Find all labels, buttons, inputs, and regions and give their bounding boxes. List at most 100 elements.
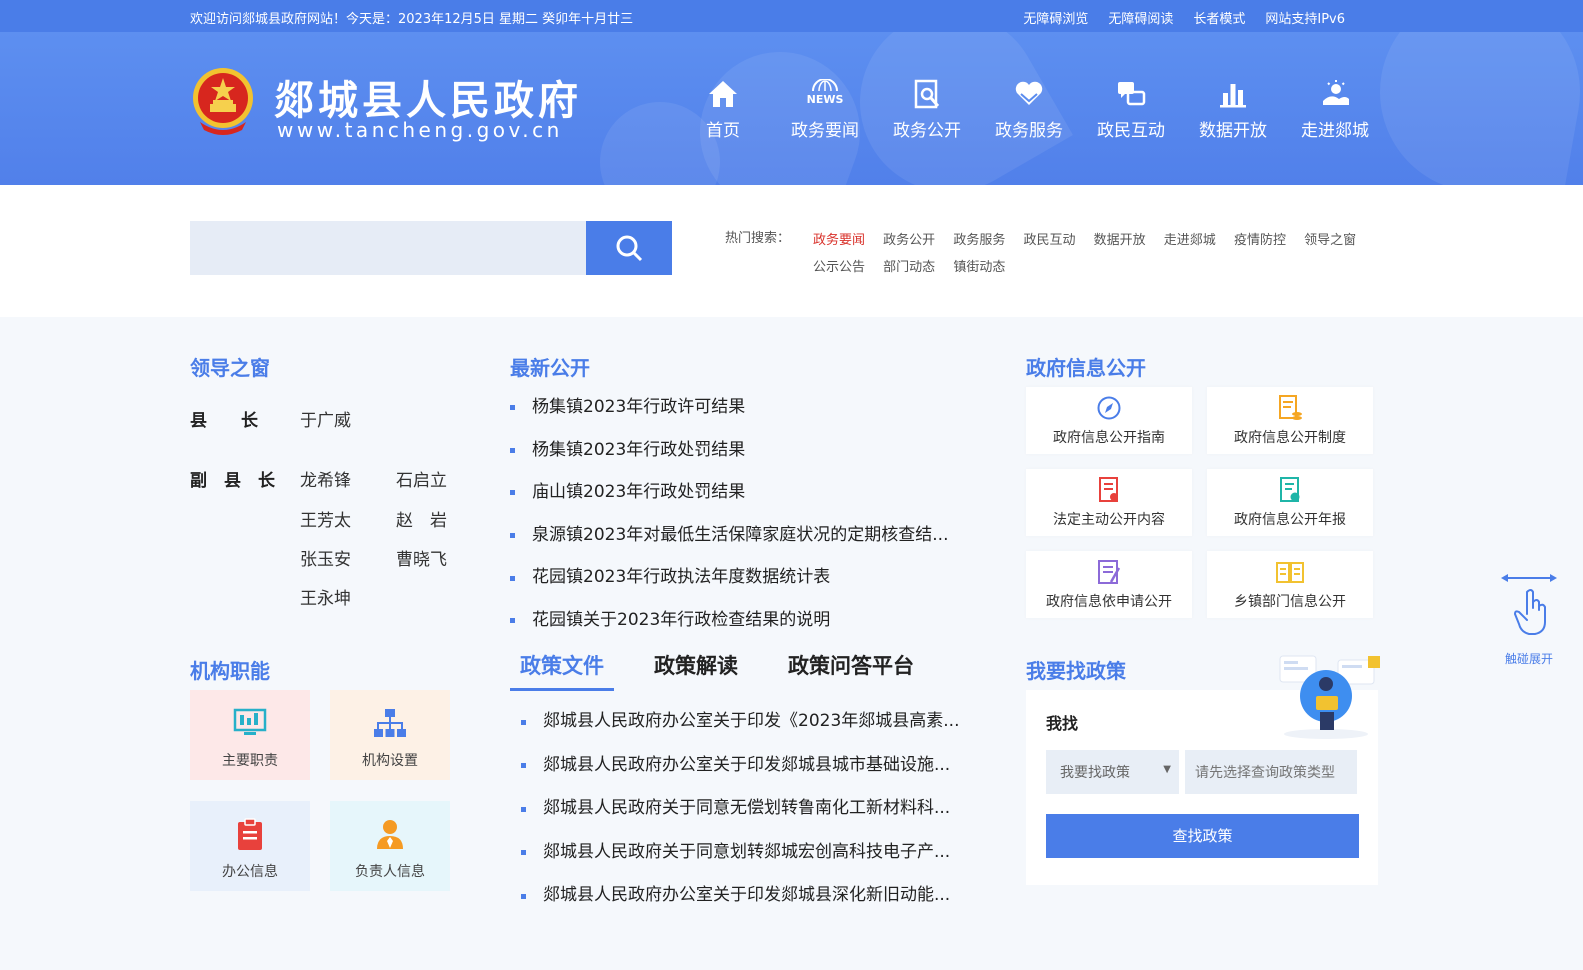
tab-policy-docs[interactable]: 政策文件 (510, 650, 614, 691)
list-item[interactable]: 庙山镇2023年行政处罚结果 (510, 471, 970, 514)
org-chart-icon (374, 709, 406, 737)
nav-data-open[interactable]: 数据开放 (1182, 78, 1284, 141)
nav-gov-service[interactable]: 政务服务 (978, 78, 1080, 141)
top-bar: 欢迎访问郯城县政府网站！今天是：2023年12月5日 星期二 癸卯年十月廿三 无… (0, 0, 1583, 32)
hot-term[interactable]: 政务服务 (953, 227, 1005, 254)
application-form-icon (1098, 560, 1121, 584)
leaders-title[interactable]: 领导之窗 (190, 352, 270, 381)
org-card-leader-info[interactable]: 负责人信息 (330, 801, 450, 891)
scenery-icon (1323, 80, 1349, 105)
search-input[interactable] (190, 221, 587, 275)
site-header: 郯城县人民政府 www.tancheng.gov.cn 首页 NEWS 政务要闻… (0, 32, 1583, 185)
policy-list: 郯城县人民政府办公室关于印发《2023年郯城县高素... 郯城县人民政府办公室关… (521, 700, 976, 918)
org-title[interactable]: 机构职能 (190, 655, 270, 684)
find-label: 我找 (1046, 714, 1079, 733)
news-icon-text: NEWS (807, 93, 843, 106)
info-card-guide[interactable]: 政府信息公开指南 (1026, 387, 1192, 454)
person-laptop-illustration-icon (1279, 655, 1380, 739)
hot-term[interactable]: 疫情防控 (1234, 227, 1286, 254)
nav-interaction[interactable]: 政民互动 (1080, 78, 1182, 141)
hot-term[interactable]: 数据开放 (1094, 227, 1146, 254)
nav-about-tancheng[interactable]: 走进郯城 (1284, 78, 1386, 141)
info-card-application[interactable]: 政府信息依申请公开 (1026, 551, 1192, 618)
nav-news[interactable]: NEWS 政务要闻 (774, 78, 876, 141)
latest-title[interactable]: 最新公开 (510, 352, 590, 381)
search-section: 热门搜索： 政务要闻 政务公开 政务服务 政民互动 数据开放 走进郯城 疫情防控… (0, 185, 1583, 317)
hot-term[interactable]: 领导之窗 (1304, 227, 1356, 254)
info-card-statutory[interactable]: 法定主动公开内容 (1026, 469, 1192, 536)
leader-name[interactable]: 王芳太 (300, 506, 351, 531)
side-expand-widget[interactable]: 触碰展开 (1496, 570, 1562, 670)
leader-name[interactable]: 曹晓飞 (396, 545, 447, 570)
national-emblem-icon[interactable] (190, 66, 256, 138)
search-button[interactable] (586, 221, 672, 275)
leader-name[interactable]: 龙希锋 (300, 466, 351, 491)
org-card-duties[interactable]: 主要职责 (190, 690, 310, 780)
info-card-annual-report[interactable]: 政府信息公开年报 (1207, 469, 1373, 536)
list-item[interactable]: 花园镇2023年行政执法年度数据统计表 (510, 556, 970, 599)
nav-gov-affairs[interactable]: 政务公开 (876, 78, 978, 141)
gov-info-title[interactable]: 政府信息公开 (1026, 352, 1146, 381)
hot-search-label: 热门搜索： (725, 231, 791, 246)
find-policy-title[interactable]: 我要找政策 (1026, 655, 1126, 684)
leader-name[interactable]: 王永坤 (300, 584, 351, 609)
list-item[interactable]: 郯城县人民政府办公室关于印发郯城县深化新旧动能... (521, 874, 976, 918)
leader-name[interactable]: 赵 岩 (396, 506, 447, 531)
leader-name[interactable]: 石启立 (396, 466, 447, 491)
leader-role: 副 县 长 (190, 471, 275, 491)
leader-role: 县 长 (190, 411, 258, 431)
top-links: 无障碍浏览 无障碍阅读 长者模式 网站支持IPv6 (1023, 8, 1345, 27)
elderly-mode-link[interactable]: 长者模式 (1193, 8, 1245, 27)
hot-term[interactable]: 公示公告 (813, 254, 865, 281)
news-icon: NEWS (807, 79, 843, 106)
home-icon (709, 81, 737, 107)
leader-name[interactable]: 于广威 (300, 406, 351, 431)
tab-policy-interpretation[interactable]: 政策解读 (644, 650, 748, 691)
document-search-icon (914, 79, 940, 109)
hot-term[interactable]: 政民互动 (1023, 227, 1075, 254)
hot-term[interactable]: 政务公开 (883, 227, 935, 254)
report-icon (1099, 477, 1118, 502)
org-card-structure[interactable]: 机构设置 (330, 690, 450, 780)
list-item[interactable]: 郯城县人民政府关于同意无偿划转鲁南化工新材料科... (521, 787, 976, 831)
policy-type-input[interactable] (1185, 750, 1357, 794)
annual-report-icon (1280, 477, 1300, 502)
list-item[interactable]: 杨集镇2023年行政处罚结果 (510, 429, 970, 472)
monitor-icon (233, 708, 267, 735)
accessibility-read-link[interactable]: 无障碍阅读 (1108, 8, 1173, 27)
expand-label: 触碰展开 (1504, 652, 1553, 666)
accessibility-browse-link[interactable]: 无障碍浏览 (1023, 8, 1088, 27)
hot-term[interactable]: 镇街动态 (953, 254, 1005, 281)
touch-hand-icon (1501, 574, 1557, 635)
heart-hands-icon (1015, 81, 1043, 105)
main-nav: 首页 NEWS 政务要闻 政务公开 政务服务 政民互动 数据开放 走进郯城 (672, 78, 1386, 141)
find-policy-button[interactable]: 查找政策 (1046, 814, 1359, 858)
list-item[interactable]: 杨集镇2023年行政许可结果 (510, 386, 970, 429)
caret-down-icon: ▼ (1163, 764, 1171, 775)
hot-term[interactable]: 部门动态 (883, 254, 935, 281)
policy-tabs: 政策文件 政策解读 政策问答平台 (510, 650, 954, 691)
nav-home[interactable]: 首页 (672, 78, 774, 141)
list-item[interactable]: 郯城县人民政府关于同意划转郯城宏创高科技电子产... (521, 831, 976, 875)
site-url: www.tancheng.gov.cn (277, 118, 563, 142)
person-icon (377, 820, 403, 849)
bar-chart-icon (1220, 84, 1246, 108)
ipv6-support-link[interactable]: 网站支持IPv6 (1265, 8, 1345, 27)
org-card-office-info[interactable]: 办公信息 (190, 801, 310, 891)
document-stack-icon (1279, 395, 1302, 420)
decor-leaf (1364, 32, 1583, 185)
policy-select[interactable]: 我要找政策 ▼ (1046, 750, 1179, 794)
list-item[interactable]: 郯城县人民政府办公室关于印发《2023年郯城县高素... (521, 700, 976, 744)
list-item[interactable]: 泉源镇2023年对最低生活保障家庭状况的定期核查结... (510, 514, 970, 557)
info-card-system[interactable]: 政府信息公开制度 (1207, 387, 1373, 454)
chat-icon (1118, 82, 1146, 106)
tab-policy-qa[interactable]: 政策问答平台 (778, 650, 924, 691)
hot-search-list: 政务要闻 政务公开 政务服务 政民互动 数据开放 走进郯城 疫情防控 领导之窗 … (813, 227, 1373, 281)
latest-list: 杨集镇2023年行政许可结果 杨集镇2023年行政处罚结果 庙山镇2023年行政… (510, 386, 970, 642)
hot-term[interactable]: 政务要闻 (813, 227, 865, 254)
info-card-township[interactable]: 乡镇部门信息公开 (1207, 551, 1373, 618)
list-item[interactable]: 花园镇关于2023年行政检查结果的说明 (510, 599, 970, 642)
leader-name[interactable]: 张玉安 (300, 545, 351, 570)
list-item[interactable]: 郯城县人民政府办公室关于印发郯城县城市基础设施... (521, 744, 976, 788)
hot-term[interactable]: 走进郯城 (1164, 227, 1216, 254)
